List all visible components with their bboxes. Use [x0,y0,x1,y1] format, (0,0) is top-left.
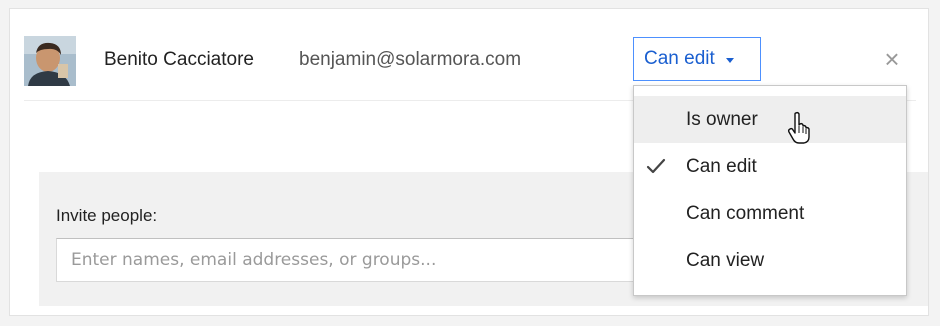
close-icon-glyph: × [884,44,900,74]
close-icon[interactable]: × [878,45,906,73]
invite-input[interactable] [56,238,656,282]
user-photo-avatar-icon [24,36,76,86]
menu-item-label: Can view [686,249,765,271]
permission-dropdown[interactable]: Can edit [633,37,761,81]
avatar [24,36,76,86]
collaborator-name: Benito Cacciatore [104,49,254,70]
menu-item-label: Can edit [686,155,757,177]
share-dialog: Benito Cacciatore benjamin@solarmora.com… [9,8,929,316]
menu-item-label: Is owner [686,108,758,130]
caret-down-icon [725,57,734,63]
menu-item-is-owner[interactable]: Is owner [634,96,906,143]
menu-item-label: Can comment [686,202,805,224]
invite-label: Invite people: [56,206,158,225]
collaborator-email: benjamin@solarmora.com [299,49,522,70]
menu-item-can-comment[interactable]: Can comment [634,190,906,237]
permission-dropdown-label: Can edit [644,48,715,69]
checkmark-icon [646,158,666,174]
menu-item-can-edit[interactable]: Can edit [634,143,906,190]
permission-menu: Is owner Can edit Can comment Can view [633,85,907,296]
menu-item-can-view[interactable]: Can view [634,237,906,284]
